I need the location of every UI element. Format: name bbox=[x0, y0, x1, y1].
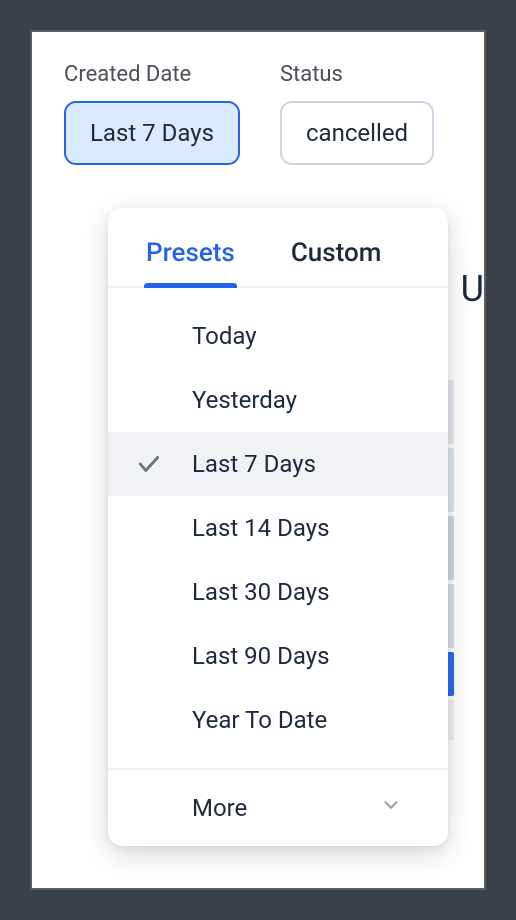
preset-label: Last 30 Days bbox=[192, 578, 329, 606]
preset-item-last-90-days[interactable]: Last 90 Days bbox=[108, 624, 448, 688]
created-date-filter-group: Created Date Last 7 Days bbox=[64, 62, 240, 165]
background-text: U bbox=[461, 268, 484, 310]
dropdown-tabs: Presets Custom bbox=[108, 208, 448, 288]
tab-presets[interactable]: Presets bbox=[138, 208, 243, 286]
more-label: More bbox=[192, 794, 247, 822]
created-date-label: Created Date bbox=[64, 62, 240, 87]
preset-label: Today bbox=[192, 322, 257, 350]
filters-panel: Created Date Last 7 Days Status cancelle… bbox=[30, 30, 486, 890]
dropdown-more-button[interactable]: More bbox=[108, 768, 448, 846]
created-date-value: Last 7 Days bbox=[90, 119, 214, 147]
chevron-down-icon bbox=[380, 794, 402, 822]
preset-item-yesterday[interactable]: Yesterday bbox=[108, 368, 448, 432]
tab-custom[interactable]: Custom bbox=[283, 208, 390, 286]
check-icon bbox=[132, 451, 192, 477]
preset-label: Year To Date bbox=[192, 706, 327, 734]
status-value: cancelled bbox=[306, 119, 408, 147]
date-preset-dropdown: Presets Custom Today Yesterday Last 7 Da… bbox=[108, 208, 448, 846]
preset-item-last-7-days[interactable]: Last 7 Days bbox=[108, 432, 448, 496]
status-label: Status bbox=[280, 62, 434, 87]
created-date-pill[interactable]: Last 7 Days bbox=[64, 101, 240, 165]
preset-item-today[interactable]: Today bbox=[108, 304, 448, 368]
preset-list: Today Yesterday Last 7 Days Last 14 Days… bbox=[108, 288, 448, 768]
status-pill[interactable]: cancelled bbox=[280, 101, 434, 165]
preset-label: Last 14 Days bbox=[192, 514, 329, 542]
preset-label: Last 7 Days bbox=[192, 450, 316, 478]
preset-label: Yesterday bbox=[192, 386, 297, 414]
preset-item-year-to-date[interactable]: Year To Date bbox=[108, 688, 448, 752]
preset-item-last-30-days[interactable]: Last 30 Days bbox=[108, 560, 448, 624]
preset-item-last-14-days[interactable]: Last 14 Days bbox=[108, 496, 448, 560]
filters-row: Created Date Last 7 Days Status cancelle… bbox=[64, 62, 452, 165]
preset-label: Last 90 Days bbox=[192, 642, 329, 670]
status-filter-group: Status cancelled bbox=[280, 62, 434, 165]
